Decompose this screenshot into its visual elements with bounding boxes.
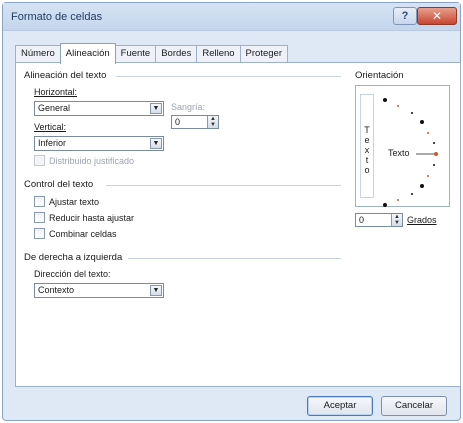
distributed-checkbox-row[interactable]: Distribuido justificado <box>34 155 134 166</box>
text-alignment-section-label: Alineación del texto <box>24 70 107 81</box>
close-button[interactable]: ✕ <box>417 7 457 25</box>
chevron-down-icon: ▼ <box>150 103 162 114</box>
tab-borders[interactable]: Bordes <box>155 45 198 63</box>
text-direction-value: Contexto <box>38 285 75 295</box>
degrees-spinner[interactable]: 0 ▲ ▼ <box>355 213 403 227</box>
tab-fill[interactable]: Relleno <box>196 45 241 63</box>
degrees-label: Grados <box>407 215 437 225</box>
text-direction-label: Dirección del texto: <box>34 269 111 279</box>
format-cells-dialog: Formato de celdas ? ✕ Número Alineación … <box>2 2 461 421</box>
chevron-down-icon: ▼ <box>150 285 162 296</box>
vertical-select[interactable]: Inferior ▼ <box>34 136 164 151</box>
tab-number[interactable]: Número <box>15 45 61 63</box>
indent-label: Sangría: <box>171 102 206 112</box>
horizontal-label: Horizontal: <box>34 87 78 97</box>
merge-cells-row[interactable]: Combinar celdas <box>34 228 117 239</box>
merge-cells-checkbox[interactable] <box>34 228 45 239</box>
distributed-label: Distribuido justificado <box>49 155 135 166</box>
wrap-text-checkbox[interactable] <box>34 196 45 207</box>
rtl-divider <box>128 258 341 259</box>
indent-value: 0 <box>175 117 181 127</box>
vertical-select-value: Inferior <box>38 138 67 148</box>
shrink-to-fit-checkbox[interactable] <box>34 212 45 223</box>
degrees-value: 0 <box>359 215 365 225</box>
horizontal-select[interactable]: General ▼ <box>34 101 164 116</box>
shrink-to-fit-label: Reducir hasta ajustar <box>49 212 135 223</box>
text-direction-select[interactable]: Contexto ▼ <box>34 283 164 298</box>
rtl-section-label: De derecha a izquierda <box>24 252 123 263</box>
shrink-to-fit-row[interactable]: Reducir hasta ajustar <box>34 212 134 223</box>
merge-cells-label: Combinar celdas <box>49 228 117 239</box>
alignment-panel: Alineación del texto Horizontal: General… <box>15 62 461 387</box>
text-control-divider <box>106 185 341 186</box>
tab-protection[interactable]: Proteger <box>239 45 288 63</box>
tab-alignment[interactable]: Alineación <box>59 43 116 64</box>
orientation-control[interactable]: T e x t o Texto <box>355 85 450 207</box>
text-control-section-label: Control del texto <box>24 179 94 190</box>
spinner-arrows-icon[interactable]: ▲ ▼ <box>391 214 402 226</box>
tab-font[interactable]: Fuente <box>114 45 157 63</box>
orientation-section-label: Orientación <box>355 70 404 81</box>
wrap-text-row[interactable]: Ajustar texto <box>34 196 99 207</box>
orientation-dial[interactable] <box>356 86 451 208</box>
horizontal-select-value: General <box>38 103 71 113</box>
title-bar: Formato de celdas ? ✕ <box>3 3 460 31</box>
help-button[interactable]: ? <box>393 7 417 25</box>
vertical-label: Vertical: <box>34 122 67 132</box>
ok-button[interactable]: Aceptar <box>307 396 373 416</box>
indent-spinner[interactable]: 0 ▲ ▼ <box>171 115 219 129</box>
distributed-checkbox[interactable] <box>34 155 45 166</box>
orientation-sample-text: Texto <box>388 148 410 158</box>
spinner-arrows-icon[interactable]: ▲ ▼ <box>207 116 218 128</box>
cancel-button[interactable]: Cancelar <box>381 396 447 416</box>
text-alignment-divider <box>116 76 341 77</box>
wrap-text-label: Ajustar texto <box>49 196 100 207</box>
tab-strip: Número Alineación Fuente Bordes Relleno … <box>15 43 288 64</box>
chevron-down-icon: ▼ <box>150 138 162 149</box>
dialog-title: Formato de celdas <box>11 11 103 23</box>
